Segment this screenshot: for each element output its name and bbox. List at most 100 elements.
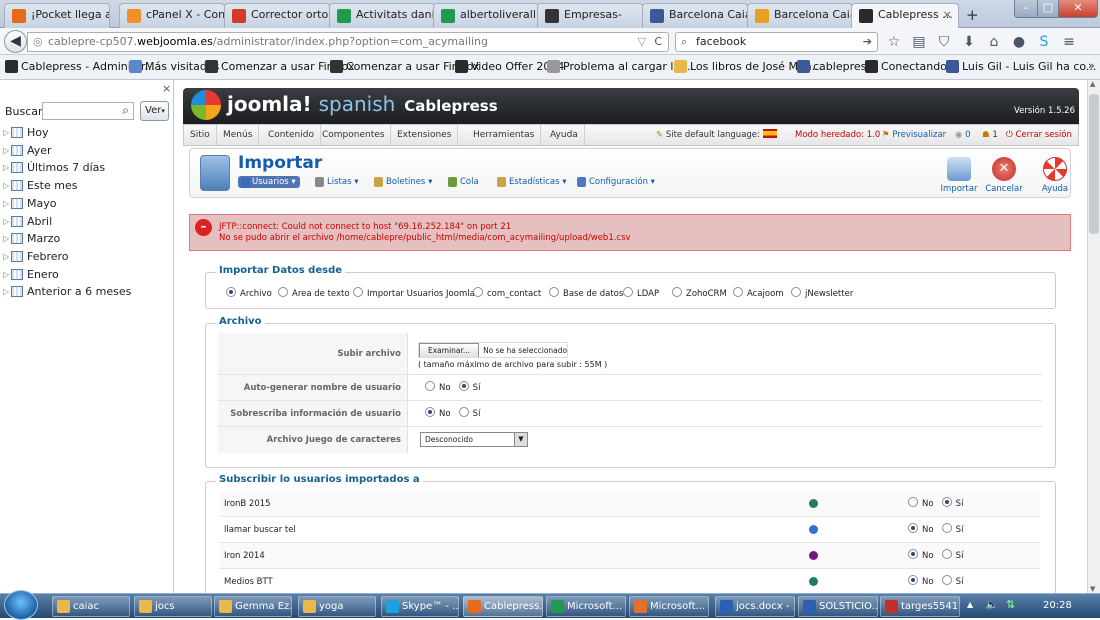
expand-arrow-icon[interactable]: ▷ (3, 213, 9, 230)
browser-tab[interactable]: Barcelona CaiaC (642, 3, 748, 28)
scroll-thumb[interactable] (1089, 94, 1099, 234)
close-window-button[interactable]: ✕ (1058, 0, 1098, 18)
import-source-option[interactable]: Importar Usuarios Joomla (353, 287, 475, 299)
overwrite-yes-radio[interactable] (458, 407, 469, 417)
pocket-icon[interactable]: ⛉ (935, 33, 953, 51)
browser-tab[interactable]: Activitats dani ... (329, 3, 435, 28)
tray-show-icons[interactable]: ▲ (967, 600, 973, 609)
network-icon[interactable]: ⇅ (1006, 598, 1015, 611)
cancel-button[interactable]: ✕ Cancelar (984, 157, 1024, 194)
history-item[interactable]: ▷ Anterior a 6 meses (0, 283, 131, 300)
dropdown-arrow-icon[interactable]: ▽ (638, 33, 646, 51)
import-source-radio[interactable] (549, 287, 559, 297)
import-source-option[interactable]: Base de datos (549, 287, 623, 299)
search-bar[interactable]: ⌕ facebook ➔ (675, 32, 878, 52)
admin-menu-item[interactable]: Extensiones (391, 125, 459, 145)
taskbar-item[interactable]: Skype™ - ... (381, 596, 459, 617)
submenu-item[interactable]: Configuración ▾ (577, 177, 655, 187)
browser-tab[interactable]: Empresas- (537, 3, 643, 28)
submenu-item[interactable]: Estadísticas ▾ (497, 177, 567, 187)
expand-arrow-icon[interactable]: ▷ (3, 283, 9, 300)
history-item[interactable]: ▷ Hoy (0, 124, 49, 141)
messages-count[interactable]: ◉ 0 (955, 125, 971, 145)
overwrite-no-radio[interactable] (425, 407, 435, 417)
taskbar-item[interactable]: jocs.docx - ... (715, 596, 795, 617)
help-button[interactable]: Ayuda (1035, 157, 1075, 194)
submenu-item[interactable]: Boletines ▾ (374, 177, 432, 187)
import-source-radio[interactable] (473, 287, 483, 297)
preview-link[interactable]: ⚑ Previsualizar (882, 125, 946, 145)
submenu-item[interactable]: Listas ▾ (315, 177, 358, 187)
taskbar-item[interactable]: jocs (134, 596, 212, 617)
back-button[interactable]: ◀ (4, 30, 27, 53)
close-tab-icon[interactable]: × (943, 4, 952, 26)
admin-menu-item[interactable]: Menús (217, 125, 260, 145)
subscribe-no-radio[interactable] (908, 575, 918, 585)
history-item[interactable]: ▷ Últimos 7 días (0, 159, 105, 176)
browser-tab[interactable]: albertoliverall... (433, 3, 539, 28)
import-source-option[interactable]: Archivo (226, 287, 272, 299)
taskbar-item[interactable]: caiac (52, 596, 130, 617)
page-scrollbar[interactable]: ▲ ▼ (1087, 80, 1100, 593)
taskbar-item[interactable]: Cablepress... (463, 596, 543, 617)
browser-tab[interactable]: Cablepress ... × (851, 3, 959, 29)
subscribe-yes-radio[interactable] (941, 549, 952, 559)
bookmark-item[interactable]: Conectando... (865, 60, 957, 74)
bookmark-item[interactable]: cablepress (797, 60, 872, 74)
import-source-option[interactable]: Acajoom (733, 287, 784, 299)
sidebar-search-input[interactable]: ⌕ (42, 102, 134, 120)
new-tab-button[interactable]: + (966, 6, 979, 24)
close-sidebar-icon[interactable]: × (162, 82, 171, 95)
import-button[interactable]: Importar (939, 157, 979, 194)
expand-arrow-icon[interactable]: ▷ (3, 177, 9, 194)
admin-menu-item[interactable]: Sitio (184, 125, 217, 145)
search-go-icon[interactable]: ➔ (863, 33, 872, 51)
scroll-up-icon[interactable]: ▲ (1090, 80, 1095, 88)
scroll-down-icon[interactable]: ▼ (1090, 585, 1095, 593)
import-source-radio[interactable] (791, 287, 801, 297)
submenu-item[interactable]: Cola (448, 177, 479, 187)
view-button[interactable]: Ver▾ (140, 101, 169, 121)
history-item[interactable]: ▷ Marzo (0, 230, 60, 247)
logout-link[interactable]: ⏻ Cerrar sesión (1006, 125, 1072, 145)
import-source-radio[interactable] (623, 287, 633, 297)
users-count[interactable]: ☗ 1 (982, 125, 998, 145)
history-item[interactable]: ▷ Enero (0, 266, 59, 283)
bookmark-item[interactable]: Problema al cargar la ... (547, 60, 694, 74)
expand-arrow-icon[interactable]: ▷ (3, 266, 9, 283)
taskbar-item[interactable]: Microsoft... (546, 596, 626, 617)
history-item[interactable]: ▷ Mayo (0, 195, 56, 212)
reading-list-icon[interactable]: ▤ (910, 33, 928, 51)
autogen-no-radio[interactable] (425, 381, 435, 391)
expand-arrow-icon[interactable]: ▷ (3, 230, 9, 247)
admin-menu-item[interactable]: Contenido (262, 125, 321, 145)
import-source-radio[interactable] (226, 287, 236, 297)
reload-icon[interactable]: C (654, 33, 662, 51)
clock[interactable]: 20:28 (1043, 600, 1072, 611)
browser-tab[interactable]: cPanel X - Con... (119, 3, 225, 28)
start-button[interactable] (4, 590, 38, 620)
admin-menu-item[interactable]: Ayuda (544, 125, 585, 145)
browser-tab[interactable]: Barcelona Caia... (747, 3, 853, 28)
import-source-radio[interactable] (353, 287, 363, 297)
minimize-button[interactable]: – (1014, 0, 1038, 18)
taskbar-item[interactable]: Microsoft... (629, 596, 709, 617)
expand-arrow-icon[interactable]: ▷ (3, 159, 9, 176)
subscribe-no-radio[interactable] (908, 497, 918, 507)
volume-icon[interactable]: 🔈 (985, 598, 999, 611)
admin-menu-item[interactable]: Componentes (316, 125, 392, 145)
expand-arrow-icon[interactable]: ▷ (3, 142, 9, 159)
browser-tab[interactable]: ¡Pocket llega a ... (4, 3, 110, 28)
taskbar-item[interactable]: Gemma Ez... (214, 596, 292, 617)
subscribe-no-radio[interactable] (908, 549, 918, 559)
bookmark-item[interactable]: Luis Gil - Luis Gil ha co... (946, 60, 1096, 74)
home-icon[interactable]: ⌂ (985, 33, 1003, 51)
import-source-radio[interactable] (672, 287, 682, 297)
import-source-radio[interactable] (733, 287, 743, 297)
history-item[interactable]: ▷ Febrero (0, 248, 69, 265)
import-source-option[interactable]: LDAP (623, 287, 659, 299)
bookmark-star-icon[interactable]: ☆ (885, 33, 903, 51)
subscribe-yes-radio[interactable] (941, 575, 952, 585)
history-item[interactable]: ▷ Ayer (0, 142, 52, 159)
expand-arrow-icon[interactable]: ▷ (3, 124, 9, 141)
